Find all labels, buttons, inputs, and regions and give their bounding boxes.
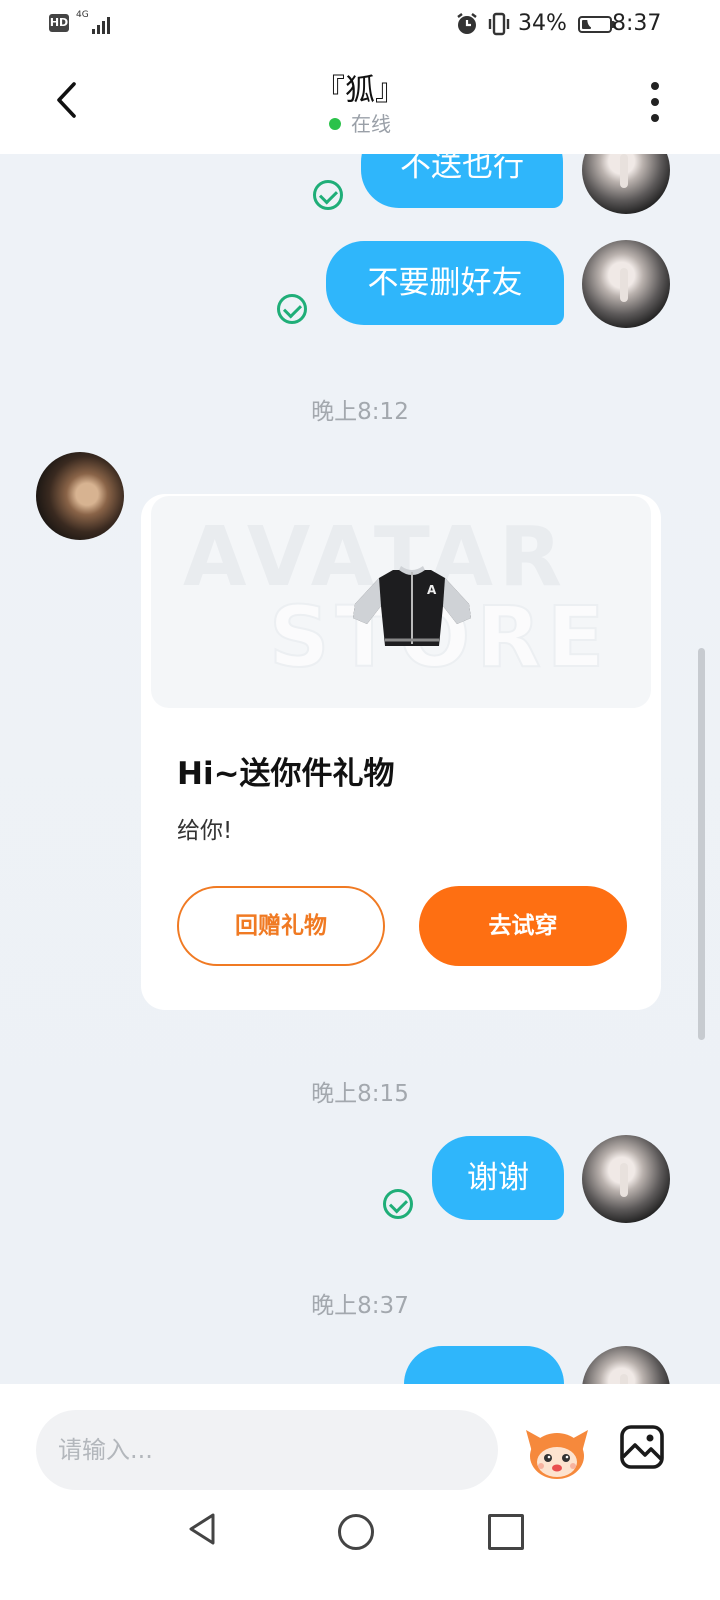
contact-name: 『狐』: [315, 73, 405, 108]
image-icon[interactable]: [619, 1424, 665, 1470]
vibrate-icon: [488, 12, 510, 36]
gift-card[interactable]: AVATAR STORE A Hi~送你件礼物 给你! 回赠礼物 去试穿: [141, 494, 661, 1010]
square-recent-icon[interactable]: [488, 1514, 524, 1550]
message-timestamp: 晚上8:37: [311, 1293, 409, 1319]
online-status: 在线: [260, 108, 460, 137]
status-bar: HD 4G 34% 8:37: [0, 0, 720, 50]
network-type: 4G: [76, 10, 89, 20]
message-input[interactable]: [36, 1410, 498, 1490]
message-timestamp: 晚上8:12: [311, 399, 409, 425]
scrollbar[interactable]: [698, 648, 705, 1040]
online-status-text: 在线: [351, 112, 391, 136]
my-avatar[interactable]: [582, 240, 670, 328]
battery-percent: 34%: [518, 11, 567, 36]
svg-text:A: A: [427, 583, 437, 597]
return-gift-button[interactable]: 回赠礼物: [177, 886, 385, 966]
jacket-image: A: [353, 566, 471, 646]
status-time: 8:37: [612, 11, 662, 36]
circle-home-icon[interactable]: [338, 1514, 374, 1550]
triangle-back-icon[interactable]: [186, 1512, 218, 1546]
check-circle-icon: [277, 294, 307, 324]
chevron-left-icon[interactable]: [54, 80, 78, 120]
gift-description: 给你!: [177, 818, 233, 844]
my-avatar[interactable]: [582, 154, 670, 214]
contact-avatar[interactable]: [36, 452, 124, 540]
alarm-icon: [457, 13, 477, 34]
message-timestamp: 晚上8:15: [311, 1081, 409, 1107]
online-dot-icon: [329, 118, 341, 130]
hd-badge: HD: [49, 14, 69, 32]
message-bubble-sent[interactable]: 谢谢: [432, 1136, 564, 1220]
mascot-sticker-icon[interactable]: [524, 1422, 590, 1482]
battery-icon: [578, 16, 612, 33]
gift-banner: AVATAR STORE A: [151, 496, 651, 708]
message-bubble-sent[interactable]: 不要删好友: [326, 241, 564, 325]
gift-title: Hi~送你件礼物: [177, 756, 395, 792]
check-circle-icon: [383, 1189, 413, 1219]
input-bar: [0, 1384, 720, 1600]
more-vertical-icon[interactable]: [649, 82, 659, 122]
my-avatar[interactable]: [582, 1135, 670, 1223]
message-bubble-sent[interactable]: [404, 1346, 564, 1384]
message-bubble-sent[interactable]: 不送也行: [361, 154, 563, 208]
check-circle-icon: [313, 180, 343, 210]
message-list[interactable]: 不送也行 不要删好友 晚上8:12 AVATAR STORE A Hi~送你件礼…: [0, 154, 720, 1384]
try-on-button[interactable]: 去试穿: [419, 886, 627, 966]
my-avatar[interactable]: [582, 1346, 670, 1384]
chat-header: 『狐』 在线: [0, 50, 720, 154]
